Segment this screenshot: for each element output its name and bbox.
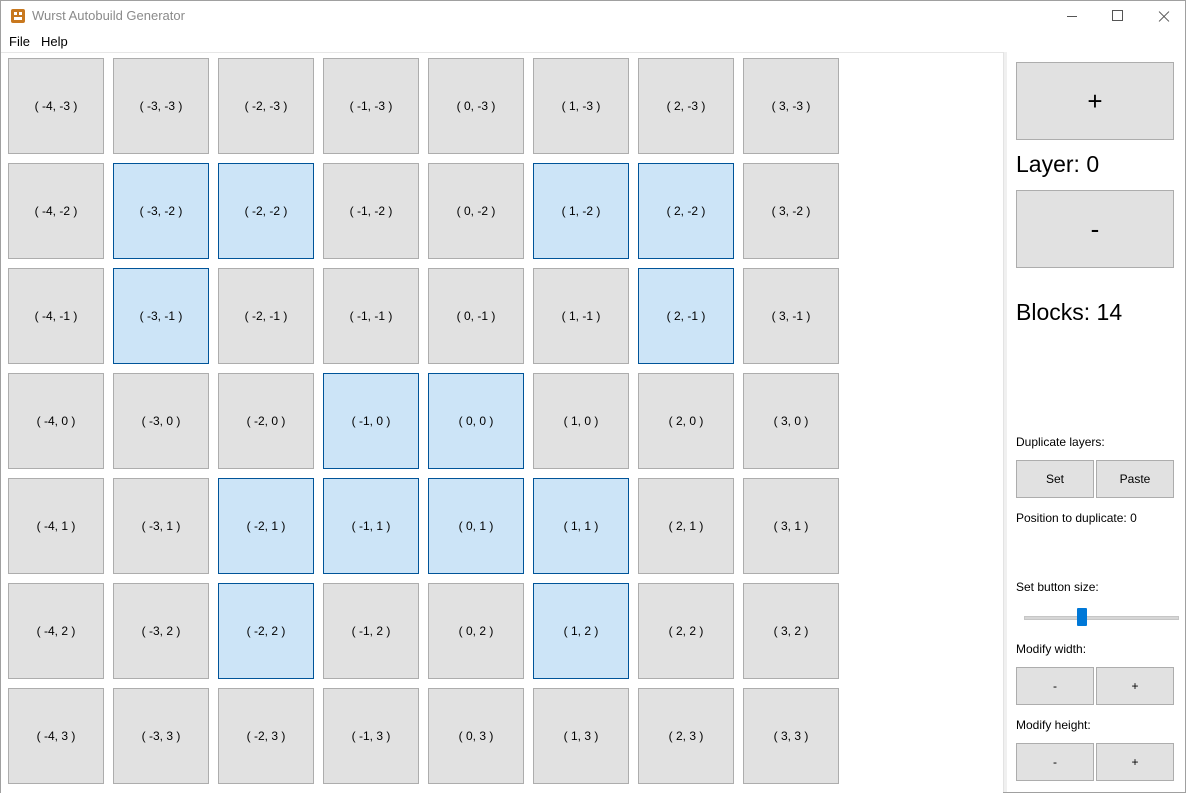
width-minus-button[interactable]: - bbox=[1016, 667, 1094, 705]
grid-cell-button[interactable]: ( -1, 1 ) bbox=[323, 478, 419, 574]
grid-cell-button[interactable]: ( -2, 1 ) bbox=[218, 478, 314, 574]
grid-cell-button[interactable]: ( 0, -3 ) bbox=[428, 58, 524, 154]
paste-button[interactable]: Paste bbox=[1096, 460, 1174, 498]
blocks-count: Blocks: 14 bbox=[1016, 299, 1123, 325]
grid-cell-button[interactable]: ( 1, 3 ) bbox=[533, 688, 629, 784]
app-logo-icon bbox=[11, 9, 25, 23]
grid-cell-button[interactable]: ( -2, -1 ) bbox=[218, 268, 314, 364]
grid-cell-button[interactable]: ( -3, -1 ) bbox=[113, 268, 209, 364]
grid-cell-button[interactable]: ( 0, 3 ) bbox=[428, 688, 524, 784]
window-title: Wurst Autobuild Generator bbox=[32, 8, 185, 23]
modify-height-label: Modify height: bbox=[1016, 718, 1091, 732]
grid-cell-button[interactable]: ( 0, 1 ) bbox=[428, 478, 524, 574]
grid-cell-button[interactable]: ( 3, -1 ) bbox=[743, 268, 839, 364]
grid-cell-button[interactable]: ( 0, 0 ) bbox=[428, 373, 524, 469]
block-grid: ( -4, -3 )( -3, -3 )( -2, -3 )( -1, -3 )… bbox=[1, 52, 1003, 793]
height-minus-button[interactable]: - bbox=[1016, 743, 1094, 781]
button-size-label: Set button size: bbox=[1016, 580, 1099, 594]
grid-cell-button[interactable]: ( 0, -1 ) bbox=[428, 268, 524, 364]
grid-cell-button[interactable]: ( 3, -2 ) bbox=[743, 163, 839, 259]
grid-cell-button[interactable]: ( -4, 0 ) bbox=[8, 373, 104, 469]
grid-cell-button[interactable]: ( -4, -3 ) bbox=[8, 58, 104, 154]
minimize-icon[interactable] bbox=[1049, 1, 1095, 31]
title-bar[interactable]: Wurst Autobuild Generator bbox=[1, 1, 1185, 31]
grid-cell-button[interactable]: ( -1, -2 ) bbox=[323, 163, 419, 259]
grid-cell-button[interactable]: ( -1, 2 ) bbox=[323, 583, 419, 679]
panel-splitter[interactable] bbox=[1003, 52, 1007, 792]
grid-cell-button[interactable]: ( -2, -3 ) bbox=[218, 58, 314, 154]
grid-cell-button[interactable]: ( -2, 2 ) bbox=[218, 583, 314, 679]
grid-cell-button[interactable]: ( -4, 3 ) bbox=[8, 688, 104, 784]
grid-cell-button[interactable]: ( -3, 0 ) bbox=[113, 373, 209, 469]
grid-cell-button[interactable]: ( 3, 1 ) bbox=[743, 478, 839, 574]
grid-cell-button[interactable]: ( 2, -2 ) bbox=[638, 163, 734, 259]
height-plus-button[interactable]: + bbox=[1096, 743, 1174, 781]
grid-cell-button[interactable]: ( 1, 1 ) bbox=[533, 478, 629, 574]
layer-up-button[interactable]: + bbox=[1016, 62, 1174, 140]
grid-cell-button[interactable]: ( -1, -1 ) bbox=[323, 268, 419, 364]
layer-indicator: Layer: 0 bbox=[1016, 151, 1100, 177]
duplicate-layers-label: Duplicate layers: bbox=[1016, 435, 1105, 449]
grid-cell-button[interactable]: ( -3, 2 ) bbox=[113, 583, 209, 679]
grid-cell-button[interactable]: ( 2, -3 ) bbox=[638, 58, 734, 154]
grid-cell-button[interactable]: ( -1, 3 ) bbox=[323, 688, 419, 784]
grid-cell-button[interactable]: ( -1, -3 ) bbox=[323, 58, 419, 154]
grid-cell-button[interactable]: ( 3, 2 ) bbox=[743, 583, 839, 679]
grid-cell-button[interactable]: ( 0, 2 ) bbox=[428, 583, 524, 679]
grid-cell-button[interactable]: ( -3, -3 ) bbox=[113, 58, 209, 154]
grid-cell-button[interactable]: ( 1, -1 ) bbox=[533, 268, 629, 364]
grid-cell-button[interactable]: ( 1, -3 ) bbox=[533, 58, 629, 154]
menu-file[interactable]: File bbox=[9, 34, 30, 49]
grid-cell-button[interactable]: ( 2, 0 ) bbox=[638, 373, 734, 469]
grid-cell-button[interactable]: ( -3, 1 ) bbox=[113, 478, 209, 574]
grid-cell-button[interactable]: ( 2, 1 ) bbox=[638, 478, 734, 574]
grid-cell-button[interactable]: ( -2, 3 ) bbox=[218, 688, 314, 784]
grid-cell-button[interactable]: ( -4, -1 ) bbox=[8, 268, 104, 364]
grid-cell-button[interactable]: ( -4, 1 ) bbox=[8, 478, 104, 574]
menu-help[interactable]: Help bbox=[41, 34, 68, 49]
close-icon[interactable] bbox=[1141, 1, 1186, 31]
grid-cell-button[interactable]: ( -1, 0 ) bbox=[323, 373, 419, 469]
position-to-duplicate: Position to duplicate: 0 bbox=[1016, 511, 1137, 525]
set-button[interactable]: Set bbox=[1016, 460, 1094, 498]
grid-cell-button[interactable]: ( 3, 3 ) bbox=[743, 688, 839, 784]
grid-cell-button[interactable]: ( 1, 0 ) bbox=[533, 373, 629, 469]
grid-cell-button[interactable]: ( -4, 2 ) bbox=[8, 583, 104, 679]
grid-cell-button[interactable]: ( 3, 0 ) bbox=[743, 373, 839, 469]
grid-cell-button[interactable]: ( 1, 2 ) bbox=[533, 583, 629, 679]
grid-cell-button[interactable]: ( 0, -2 ) bbox=[428, 163, 524, 259]
grid-cell-button[interactable]: ( 2, 2 ) bbox=[638, 583, 734, 679]
grid-cell-button[interactable]: ( -3, 3 ) bbox=[113, 688, 209, 784]
maximize-icon[interactable] bbox=[1095, 1, 1141, 31]
grid-cell-button[interactable]: ( 2, -1 ) bbox=[638, 268, 734, 364]
grid-cell-button[interactable]: ( 1, -2 ) bbox=[533, 163, 629, 259]
slider-thumb[interactable] bbox=[1077, 608, 1088, 626]
button-size-slider[interactable] bbox=[1024, 616, 1179, 620]
menu-bar: File Help bbox=[1, 31, 1185, 51]
grid-cell-button[interactable]: ( -2, -2 ) bbox=[218, 163, 314, 259]
width-plus-button[interactable]: + bbox=[1096, 667, 1174, 705]
grid-cell-button[interactable]: ( -2, 0 ) bbox=[218, 373, 314, 469]
grid-cell-button[interactable]: ( 2, 3 ) bbox=[638, 688, 734, 784]
grid-cell-button[interactable]: ( 3, -3 ) bbox=[743, 58, 839, 154]
layer-down-button[interactable]: - bbox=[1016, 190, 1174, 268]
grid-cell-button[interactable]: ( -4, -2 ) bbox=[8, 163, 104, 259]
app-window: Wurst Autobuild Generator File Help ( -4… bbox=[0, 0, 1186, 793]
modify-width-label: Modify width: bbox=[1016, 642, 1087, 656]
grid-cell-button[interactable]: ( -3, -2 ) bbox=[113, 163, 209, 259]
